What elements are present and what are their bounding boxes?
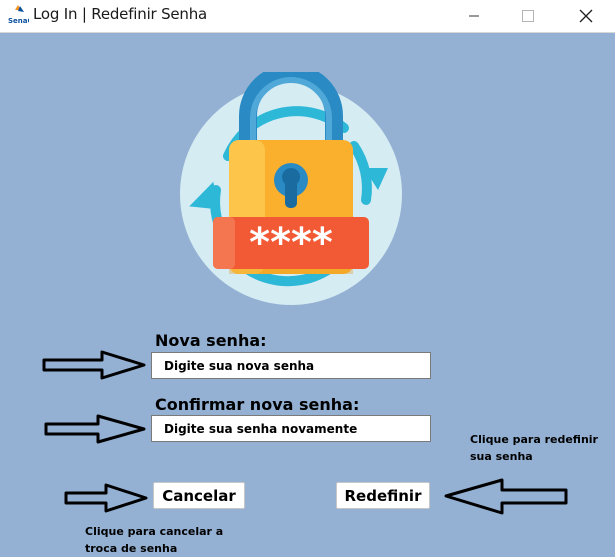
svg-text:SenaC: SenaC — [8, 17, 29, 25]
reset-hint: Clique para redefinir sua senha — [470, 433, 598, 463]
close-icon — [579, 9, 593, 23]
arrow-right-icon — [64, 483, 148, 513]
padlock-reset-icon: **** — [180, 72, 402, 305]
maximize-icon — [522, 10, 534, 22]
new-password-field[interactable] — [151, 352, 431, 379]
close-button[interactable] — [563, 0, 609, 32]
reset-password-button[interactable]: Redefinir — [336, 482, 430, 509]
confirm-password-field[interactable] — [151, 415, 431, 442]
arrow-left-icon — [444, 478, 568, 515]
minimize-icon — [469, 15, 479, 17]
maximize-button[interactable] — [505, 0, 551, 32]
arrow-right-icon — [42, 350, 146, 380]
masked-password-text: **** — [249, 220, 333, 266]
cancel-button[interactable]: Cancelar — [153, 482, 245, 509]
minimize-button[interactable] — [451, 0, 497, 32]
senac-logo-icon: SenaC — [8, 5, 29, 25]
arrow-right-icon — [44, 414, 146, 444]
new-password-label: Nova senha: — [155, 331, 267, 350]
cancel-hint: Clique para cancelar a troca de senha — [85, 525, 224, 555]
confirm-password-label: Confirmar nova senha: — [155, 395, 360, 414]
title-bar: SenaC Log In | Redefinir Senha — [0, 0, 615, 33]
window-title: Log In | Redefinir Senha — [33, 5, 208, 23]
